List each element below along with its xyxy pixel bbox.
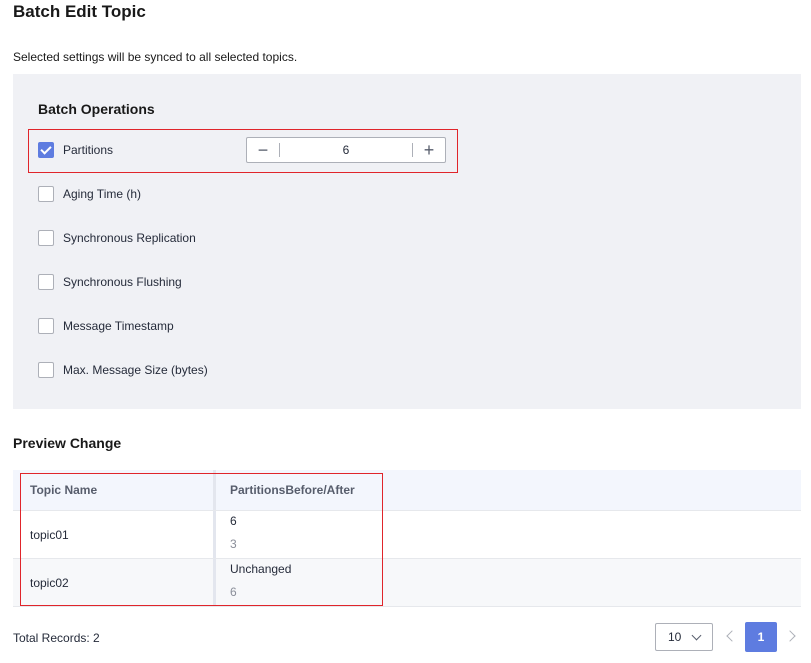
page-subtitle: Selected settings will be synced to all … [13,50,298,64]
synchronous-flushing-checkbox[interactable] [38,274,54,290]
aging-time-checkbox[interactable] [38,186,54,202]
option-label: Aging Time (h) [63,187,142,201]
option-label: Message Timestamp [63,319,174,333]
option-label: Max. Message Size (bytes) [63,363,208,377]
option-synchronous-flushing[interactable]: Synchronous Flushing [38,273,182,291]
preview-change-heading: Preview Change [13,435,122,451]
minus-icon[interactable]: − [247,138,279,162]
page-1-button[interactable]: 1 [745,622,777,652]
synchronous-replication-checkbox[interactable] [38,230,54,246]
total-records: Total Records: 2 [13,631,100,645]
table-highlight-box [20,473,383,606]
message-timestamp-checkbox[interactable] [38,318,54,334]
option-message-timestamp[interactable]: Message Timestamp [38,317,174,335]
page-size-value: 10 [668,630,682,644]
max-message-size-checkbox[interactable] [38,362,54,378]
option-synchronous-replication[interactable]: Synchronous Replication [38,229,196,247]
plus-icon[interactable]: + [413,138,445,162]
option-aging-time[interactable]: Aging Time (h) [38,185,141,203]
page-size-select[interactable]: 10 [655,623,713,651]
option-label: Synchronous Replication [63,231,196,245]
page-title: Batch Edit Topic [13,2,146,21]
partitions-value-input[interactable]: 6 [280,143,412,157]
batch-operations-heading: Batch Operations [38,101,155,117]
chevron-left-icon[interactable] [726,630,738,642]
option-max-message-size[interactable]: Max. Message Size (bytes) [38,361,208,379]
option-label: Synchronous Flushing [63,275,182,289]
chevron-right-icon[interactable] [784,630,796,642]
partitions-stepper[interactable]: − 6 + [246,137,446,163]
chevron-down-icon [691,630,702,641]
batch-operations-panel: Batch Operations Partitions Aging Time (… [13,74,801,409]
